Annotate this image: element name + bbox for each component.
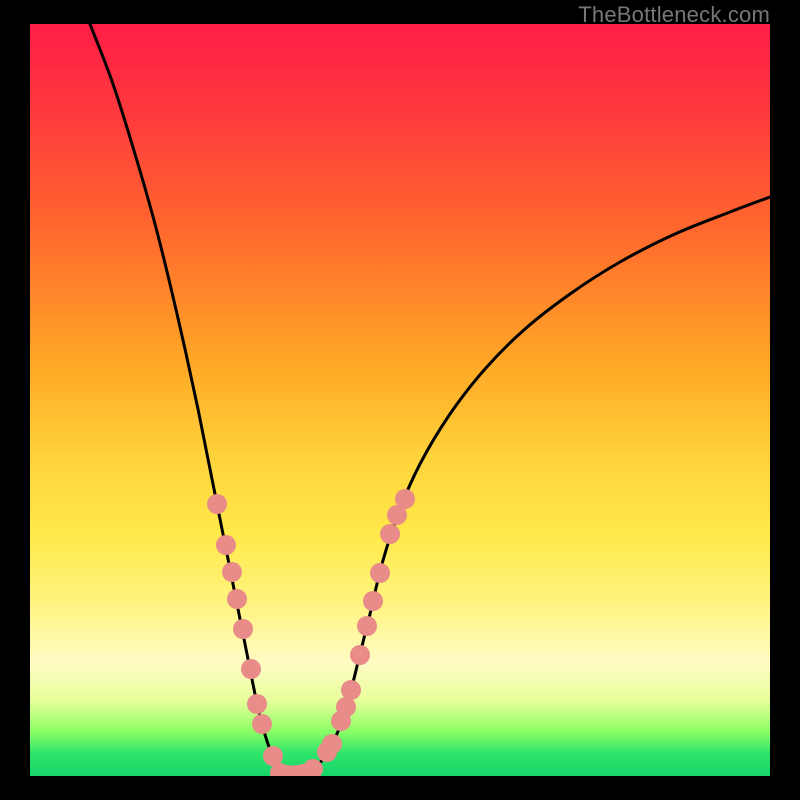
data-marker (363, 591, 383, 611)
data-marker (216, 535, 236, 555)
data-marker (207, 494, 227, 514)
data-marker (395, 489, 415, 509)
data-marker (357, 616, 377, 636)
data-marker (252, 714, 272, 734)
plot-area (30, 24, 770, 776)
data-marker (222, 562, 242, 582)
curve-overlay (30, 24, 770, 776)
data-marker (241, 659, 261, 679)
data-marker (247, 694, 267, 714)
data-marker (336, 697, 356, 717)
data-marker (350, 645, 370, 665)
marker-group-left (207, 494, 290, 776)
marker-group-right (278, 489, 415, 776)
data-marker (341, 680, 361, 700)
data-marker (227, 589, 247, 609)
data-marker (370, 563, 390, 583)
data-marker (322, 734, 342, 754)
data-marker (233, 619, 253, 639)
data-marker (380, 524, 400, 544)
chart-frame: TheBottleneck.com (0, 0, 800, 800)
